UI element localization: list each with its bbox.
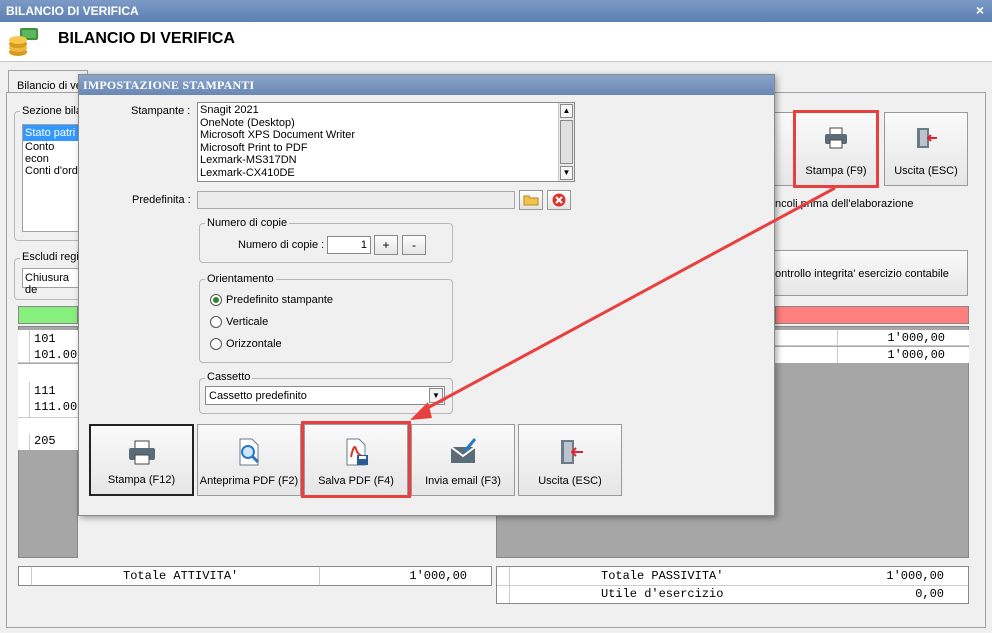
annotation-arrow	[410, 186, 836, 420]
